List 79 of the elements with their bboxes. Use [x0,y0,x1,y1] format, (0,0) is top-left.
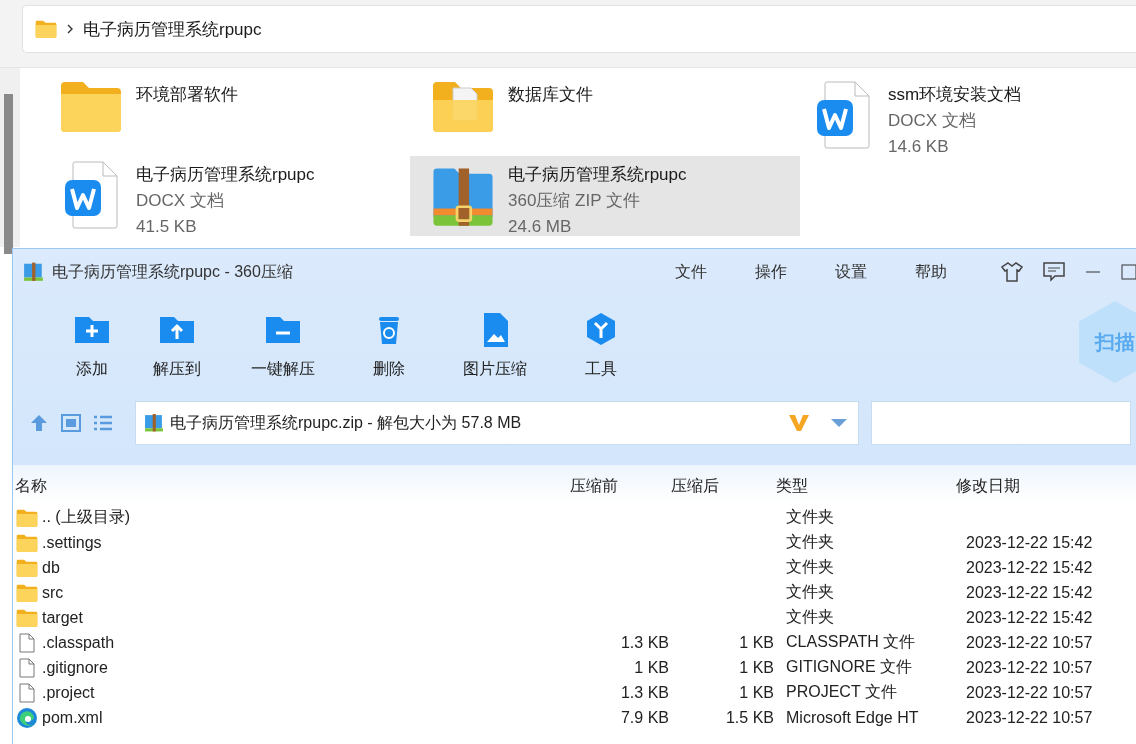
file-item[interactable]: 环境部署软件 [38,76,410,156]
file-icon [19,632,35,653]
date-cell: 2023-12-22 10:57 [966,683,1093,701]
folder-icon [59,80,123,132]
type-cell: CLASSPATH 文件 [786,633,916,650]
maximize-icon[interactable] [1121,264,1136,280]
date-cell: 2023-12-22 10:57 [966,658,1093,676]
file-name[interactable]: db [42,558,60,577]
column-header[interactable]: 修改日期 [954,475,1136,497]
file-name[interactable]: .classpath [42,633,115,652]
path-field[interactable]: 电子病历管理系统rpupc.zip - 解包大小为 57.8 MB [135,401,859,445]
file-icon [19,682,35,703]
type-cell: 文件夹 [786,608,834,625]
file-icon [19,657,35,678]
date-cell: 2023-12-22 15:42 [966,533,1093,551]
chevron-icon [67,24,73,34]
size-after-cell: 1 KB [739,683,774,701]
breadcrumb-item[interactable]: 电子病历管理系统rpupc [83,17,262,41]
dropdown-caret-icon[interactable] [830,418,848,428]
size-before-cell: 1 KB [634,658,669,676]
type-cell: 文件夹 [786,558,834,575]
thumbnail-view-icon[interactable] [61,414,81,432]
folder-icon [16,583,38,602]
address-bar[interactable]: 电子病历管理系统rpupc [22,5,1136,53]
type-cell: Microsoft Edge HT [786,708,919,726]
list-view-icon[interactable] [93,414,113,432]
size-after-cell: 1 KB [739,658,774,676]
file-name[interactable]: target [42,608,83,627]
folder-icon [16,608,38,627]
document-icon [815,80,871,150]
file-name[interactable]: src [42,583,64,602]
up-arrow-icon[interactable] [29,413,49,433]
date-cell: 2023-12-22 15:42 [966,583,1093,601]
archive-icon [23,261,44,283]
column-header[interactable]: 压缩前 [568,475,669,497]
date-cell: 2023-12-22 10:57 [966,633,1093,651]
type-cell: PROJECT 文件 [786,683,897,700]
shirt-icon[interactable] [1001,262,1023,282]
file-name[interactable]: pom.xml [42,708,103,727]
file-name[interactable]: .settings [42,533,102,552]
type-cell: 文件夹 [786,508,834,525]
v-logo-icon[interactable] [788,413,810,433]
column-header[interactable]: 名称 [13,475,568,497]
menu-item[interactable]: 操作 [731,261,811,283]
date-cell: 2023-12-22 15:42 [966,558,1093,576]
browser-icon [16,706,38,729]
date-cell: 2023-12-22 15:42 [966,608,1093,626]
file-item[interactable]: 数据库文件 [410,76,790,156]
size-before-cell: 1.3 KB [620,683,669,701]
date-cell: 2023-12-22 10:57 [966,708,1093,726]
file-name[interactable]: .project [42,683,95,702]
menu-item[interactable]: 设置 [811,261,891,283]
size-after-cell: 1 KB [739,633,774,651]
folder-icon [35,20,57,38]
size-before-cell: 7.9 KB [620,708,669,726]
menu-item[interactable]: 文件 [651,261,731,283]
folder-icon [16,558,38,577]
archive-icon [144,412,164,434]
column-header[interactable]: 类型 [774,475,954,497]
type-cell: 文件夹 [786,583,834,600]
column-header[interactable]: 压缩后 [669,475,774,497]
folder-icon [16,508,38,527]
file-name[interactable]: .. (上级目录) [42,507,130,528]
type-cell: 文件夹 [786,533,834,550]
file-item[interactable]: 电子病历管理系统rpupc 360压缩 ZIP 文件 24.6 MB [410,156,800,236]
window-title: 电子病历管理系统rpupc - 360压缩 [51,261,294,282]
folder-icon [431,80,495,132]
size-before-cell: 1.3 KB [620,633,669,651]
size-after-cell: 1.5 KB [725,708,774,726]
document-icon [63,160,119,230]
message-icon[interactable] [1043,262,1065,282]
file-item[interactable]: ssm环境安装文档 DOCX 文档 14.6 KB [790,76,1106,156]
type-cell: GITIGNORE 文件 [786,658,913,675]
file-item[interactable]: 电子病历管理系统rpupc DOCX 文档 41.5 KB [38,156,410,236]
folder-icon [16,533,38,552]
file-name[interactable]: .gitignore [42,658,108,677]
menu-item[interactable]: 帮助 [891,261,971,283]
scrollbar-thumb[interactable] [4,94,13,254]
search-field[interactable] [871,401,1131,445]
